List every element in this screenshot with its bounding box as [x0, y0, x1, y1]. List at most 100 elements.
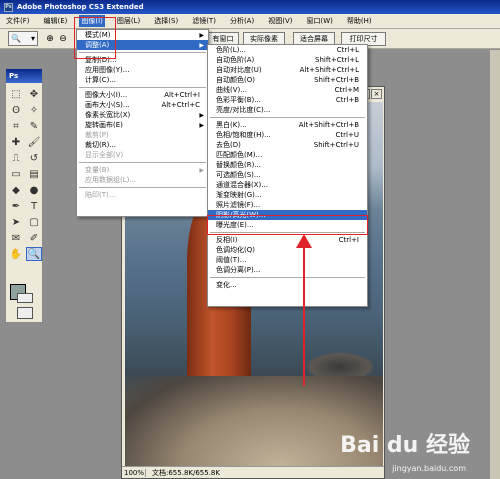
menu-item-label: 自动色阶(A): [216, 56, 255, 64]
menu-item[interactable]: 通道混合器(X)...: [208, 180, 367, 190]
menu-item[interactable]: 阈值(T)...: [208, 255, 367, 265]
crop-tool-icon[interactable]: ⌗: [8, 119, 24, 133]
menu-item[interactable]: 裁切(R)...: [77, 140, 208, 150]
menu-item-label: 替换颜色(R)...: [216, 161, 262, 169]
watermark-url: jingyan.baidu.com: [392, 464, 466, 473]
eraser-tool-icon[interactable]: ▭: [8, 167, 24, 181]
menu-item-label: 显示全部(V): [85, 151, 124, 159]
healing-brush-icon[interactable]: ✚: [8, 135, 24, 149]
menu-item[interactable]: 可选颜色(S)...: [208, 170, 367, 180]
menu-item[interactable]: 像素长宽比(X) ▶: [77, 110, 208, 120]
marquee-tool-icon[interactable]: ⬚: [8, 87, 24, 101]
menu-item-label: 计算(C)...: [85, 76, 117, 84]
menu-4[interactable]: 选择(S): [152, 15, 180, 27]
gradient-tool-icon[interactable]: ▤: [26, 167, 42, 181]
menu-6[interactable]: 分析(A): [228, 15, 256, 27]
menu-item[interactable]: 色调分离(P)...: [208, 265, 367, 275]
submenu-arrow-icon: ▶: [199, 111, 204, 119]
menu-item[interactable]: 变化...: [208, 280, 367, 290]
move-tool-icon[interactable]: ✥: [26, 87, 42, 101]
menu-5[interactable]: 滤镜(T): [190, 15, 218, 27]
toolbox-title: Ps: [6, 69, 42, 83]
photoshop-app-icon: Ps: [4, 2, 13, 12]
menu-1[interactable]: 编辑(E): [42, 15, 70, 27]
annotation-box-shadow-highlight: [207, 215, 368, 235]
menu-item[interactable]: 自动色阶(A) Shift+Ctrl+L: [208, 55, 367, 65]
menu-item-label: 旋转画布(E): [85, 121, 123, 129]
blur-tool-icon[interactable]: ◆: [8, 183, 24, 197]
menu-3[interactable]: 图层(L): [115, 15, 142, 27]
screen-mode-icon[interactable]: [17, 307, 33, 319]
menu-item-label: 通道混合器(X)...: [216, 181, 268, 189]
menu-item-shortcut: Alt+Shift+Ctrl+B: [298, 121, 359, 129]
menu-item[interactable]: 色调均化(Q): [208, 245, 367, 255]
menu-item[interactable]: 自动颜色(O) Shift+Ctrl+B: [208, 75, 367, 85]
menu-item[interactable]: 画布大小(S)... Alt+Ctrl+C: [77, 100, 208, 110]
zoom-out-icon[interactable]: ⊖: [57, 32, 69, 45]
brush-tool-icon[interactable]: 🖌: [26, 135, 42, 149]
menu-0[interactable]: 文件(F): [4, 15, 32, 27]
pen-tool-icon[interactable]: ✒: [8, 199, 24, 213]
history-brush-icon[interactable]: ↺: [26, 151, 42, 165]
menu-item-label: 色调分离(P)...: [216, 266, 261, 274]
menu-item-shortcut: Alt+Ctrl+C: [161, 101, 200, 109]
close-icon[interactable]: ×: [371, 89, 382, 99]
menu-item[interactable]: 渐变映射(G)...: [208, 190, 367, 200]
menu-item-label: 反相(I): [216, 236, 238, 244]
menu-item-label: 色阶(L)...: [216, 46, 247, 54]
menu-item[interactable]: 曲线(V)... Ctrl+M: [208, 85, 367, 95]
menu-item: 应用数据组(L)...: [77, 175, 208, 185]
menu-item-label: 应用数据组(L)...: [85, 176, 137, 184]
menu-item[interactable]: 亮度/对比度(C)...: [208, 105, 367, 115]
zoom-level[interactable]: 100%: [122, 468, 146, 477]
zoom-in-icon[interactable]: ⊕: [44, 32, 56, 45]
watermark-logo: Bai du 经验: [340, 433, 470, 458]
magic-wand-icon[interactable]: ✧: [26, 103, 42, 117]
menu-item-label: 照片滤镜(F)...: [216, 201, 261, 209]
menu-item-shortcut: Shift+Ctrl+U: [313, 141, 359, 149]
menu-item: 裁剪(P): [77, 130, 208, 140]
menu-item-label: 图像大小(I)...: [85, 91, 128, 99]
submenu-arrow-icon: ▶: [199, 121, 204, 129]
menu-item[interactable]: 色彩平衡(B)... Ctrl+B: [208, 95, 367, 105]
menu-7[interactable]: 视图(V): [266, 15, 294, 27]
menu-item[interactable]: 替换颜色(R)...: [208, 160, 367, 170]
clone-stamp-icon[interactable]: ⎍: [8, 151, 24, 165]
notes-tool-icon[interactable]: ✉: [8, 231, 24, 245]
slice-tool-icon[interactable]: ✎: [26, 119, 42, 133]
menu-item-label: 自动颜色(O): [216, 76, 255, 84]
menu-item-shortcut: Shift+Ctrl+B: [314, 76, 359, 84]
tool-preset-picker[interactable]: 🔍 ▾: [8, 31, 38, 46]
scrollbar[interactable]: [490, 50, 500, 479]
quick-mask-icon[interactable]: [17, 293, 33, 303]
menu-9[interactable]: 帮助(H): [345, 15, 374, 27]
menu-item-label: 亮度/对比度(C)...: [216, 106, 271, 114]
dodge-tool-icon[interactable]: ●: [26, 183, 42, 197]
menu-separator: [79, 162, 206, 163]
menu-item[interactable]: 色相/饱和度(H)... Ctrl+U: [208, 130, 367, 140]
menu-item[interactable]: 应用图像(Y)...: [77, 65, 208, 75]
menu-8[interactable]: 窗口(W): [304, 15, 334, 27]
annotation-box-image-menu: [74, 17, 116, 59]
menu-item[interactable]: 计算(C)...: [77, 75, 208, 85]
menu-item-label: 画布大小(S)...: [85, 101, 130, 109]
menu-item[interactable]: 色阶(L)... Ctrl+L: [208, 45, 367, 55]
submenu-arrow-icon: ▶: [199, 41, 204, 49]
menu-item[interactable]: 图像大小(I)... Alt+Ctrl+I: [77, 90, 208, 100]
submenu-arrow-icon: ▶: [199, 31, 204, 39]
menu-item[interactable]: 黑白(K)... Alt+Shift+Ctrl+B: [208, 120, 367, 130]
type-tool-icon[interactable]: T: [26, 199, 42, 213]
menu-item[interactable]: 匹配颜色(M)...: [208, 150, 367, 160]
menu-item[interactable]: 去色(D) Shift+Ctrl+U: [208, 140, 367, 150]
path-select-icon[interactable]: ➤: [8, 215, 24, 229]
eyedropper-icon[interactable]: ✐: [26, 231, 42, 245]
lasso-tool-icon[interactable]: ʘ: [8, 103, 24, 117]
menu-item[interactable]: 反相(I) Ctrl+I: [208, 235, 367, 245]
zoom-tool-icon[interactable]: 🔍: [26, 247, 42, 261]
adjust-submenu: 色阶(L)... Ctrl+L 自动色阶(A) Shift+Ctrl+L 自动对比度(U…: [207, 44, 368, 307]
menu-item[interactable]: 旋转画布(E) ▶: [77, 120, 208, 130]
menu-item[interactable]: 照片滤镜(F)...: [208, 200, 367, 210]
hand-tool-icon[interactable]: ✋: [8, 247, 24, 261]
shape-tool-icon[interactable]: ▢: [26, 215, 42, 229]
menu-item[interactable]: 自动对比度(U) Alt+Shift+Ctrl+L: [208, 65, 367, 75]
